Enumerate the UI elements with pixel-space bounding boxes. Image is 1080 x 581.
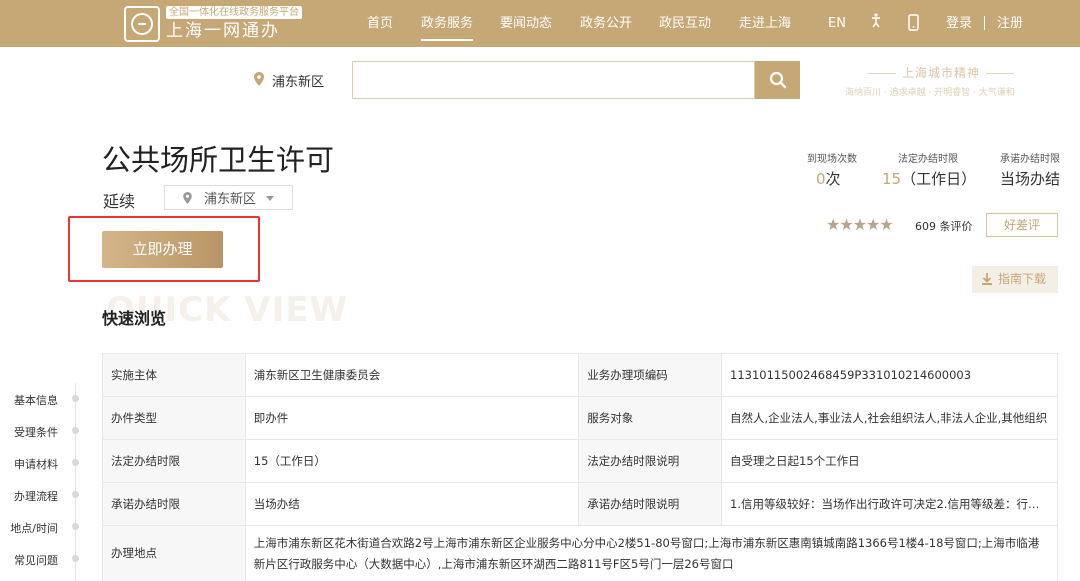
basic-info-table: 实施主体 浦东新区卫生健康委员会 业务办理项编码 113101150024684… [102, 353, 1059, 581]
table-value: 当场办结 [244, 482, 580, 526]
side-nav-conditions[interactable]: 受理条件 [0, 424, 58, 440]
table-key: 办件类型 [102, 396, 246, 440]
table-key: 实施主体 [102, 353, 246, 397]
table-row: 办件类型 即办件 服务对象 自然人,企业法人,事业法人,社会组织法人,非法人企业… [102, 396, 1058, 440]
nav-gov-open[interactable]: 政务公开 [580, 0, 632, 47]
city-spirit-title: 上海城市精神 [862, 64, 1020, 81]
review-count[interactable]: 609 条评价 [915, 218, 973, 234]
language-toggle[interactable]: EN [828, 0, 846, 47]
item-subtype: 延续 [103, 192, 136, 211]
logo-icon[interactable] [124, 6, 160, 42]
table-key: 法定办结时限说明 [578, 439, 722, 483]
quick-view-title: 快速浏览 [102, 309, 167, 328]
stat-label-visits: 到现场次数 [807, 154, 857, 165]
register-link[interactable]: 注册 [997, 0, 1023, 47]
table-row: 办理地点 上海市浦东新区花木街道合欢路2号上海市浦东新区企业服务中心分中心2楼5… [102, 525, 1059, 581]
page-title: 公共场所卫生许可 [102, 143, 335, 177]
stat-value-legal-limit: 15（工作日） [882, 170, 977, 188]
table-value: 自受理之日起15个工作日 [721, 439, 1058, 483]
district-value: 浦东新区 [204, 192, 257, 207]
side-nav-dot[interactable] [72, 395, 79, 402]
table-key: 办理地点 [102, 525, 246, 581]
table-row: 法定办结时限 15（工作日） 法定办结时限说明 自受理之日起15个工作日 [102, 439, 1058, 483]
table-key: 服务对象 [578, 396, 722, 440]
stat-label-legal-limit: 法定办结时限 [898, 154, 958, 165]
stat-value-visits: 0次 [816, 170, 841, 188]
nav-home[interactable]: 首页 [367, 0, 393, 47]
search-button[interactable] [755, 61, 800, 99]
table-key: 承诺办结时限 [102, 482, 246, 526]
side-nav-dot[interactable] [72, 523, 79, 530]
brand-title[interactable]: 上海一网通办 [166, 20, 280, 42]
location-pin-icon [254, 72, 264, 86]
nav-news[interactable]: 要闻动态 [500, 0, 552, 47]
brand-subtitle: 全国一体化在线政务服务平台 [166, 6, 302, 19]
side-nav-dot[interactable] [72, 459, 79, 466]
table-value-truncated: 1.信用等级较好：当场作出行政许可决定2.信用等级差：行政许可15个工作日 [721, 482, 1058, 526]
stat-value-promised-limit: 当场办结 [1000, 170, 1061, 188]
side-nav-basic-info[interactable]: 基本信息 [0, 392, 58, 408]
side-nav-materials[interactable]: 申请材料 [0, 456, 58, 472]
table-row: 实施主体 浦东新区卫生健康委员会 业务办理项编码 113101150024684… [102, 353, 1058, 397]
side-nav-track [75, 383, 76, 581]
table-value: 15（工作日） [244, 439, 580, 483]
location-pin-icon [183, 191, 192, 204]
stat-label-promised-limit: 承诺办结时限 [1000, 154, 1060, 165]
table-value-location: 上海市浦东新区花木街道合欢路2号上海市浦东新区企业服务中心分中心2楼51-80号… [244, 525, 1059, 581]
location-selector[interactable]: 浦东新区 [272, 71, 324, 90]
nav-gov-services[interactable]: 政务服务 [421, 0, 474, 47]
table-key: 法定办结时限 [102, 439, 246, 483]
table-key: 业务办理项编码 [578, 353, 722, 397]
table-value: 11310115002468459P331010214600003 [721, 353, 1058, 397]
side-nav-dot[interactable] [72, 555, 79, 562]
guide-download-button[interactable]: 指南下载 [972, 266, 1058, 293]
side-nav-location-time[interactable]: 地点/时间 [0, 520, 58, 536]
table-value: 自然人,企业法人,事业法人,社会组织法人,非法人企业,其他组织 [721, 396, 1058, 440]
chevron-down-icon [266, 196, 274, 201]
login-divider [984, 16, 985, 30]
city-spirit-slogan: 海纳百川 · 追求卓越 · 开明睿智 · 大气谦和 [845, 88, 1015, 98]
table-value: 即办件 [244, 396, 580, 440]
district-dropdown[interactable]: 浦东新区 [164, 185, 293, 210]
search-input[interactable] [352, 61, 755, 99]
mobile-icon[interactable] [908, 14, 919, 35]
nav-about-shanghai[interactable]: 走进上海 [739, 0, 791, 47]
apply-now-button[interactable]: 立即办理 [102, 231, 223, 268]
accessibility-icon[interactable] [869, 13, 883, 33]
login-link[interactable]: 登录 [946, 0, 972, 47]
review-button[interactable]: 好差评 [986, 213, 1058, 237]
table-key: 承诺办结时限说明 [578, 482, 722, 526]
side-nav-dot[interactable] [72, 427, 79, 434]
table-row: 承诺办结时限 当场办结 承诺办结时限说明 1.信用等级较好：当场作出行政许可决定… [102, 482, 1058, 526]
side-nav-faq[interactable]: 常见问题 [0, 552, 58, 568]
top-nav-bar: 全国一体化在线政务服务平台 上海一网通办 首页 政务服务 要闻动态 政务公开 政… [0, 0, 1080, 47]
search-icon [769, 71, 786, 89]
download-icon [982, 273, 992, 285]
side-nav-process[interactable]: 办理流程 [0, 488, 58, 504]
nav-interaction[interactable]: 政民互动 [659, 0, 711, 47]
side-nav-dot[interactable] [72, 491, 79, 498]
table-value: 浦东新区卫生健康委员会 [244, 353, 580, 397]
rating-stars: ★★★★★ [826, 215, 894, 234]
